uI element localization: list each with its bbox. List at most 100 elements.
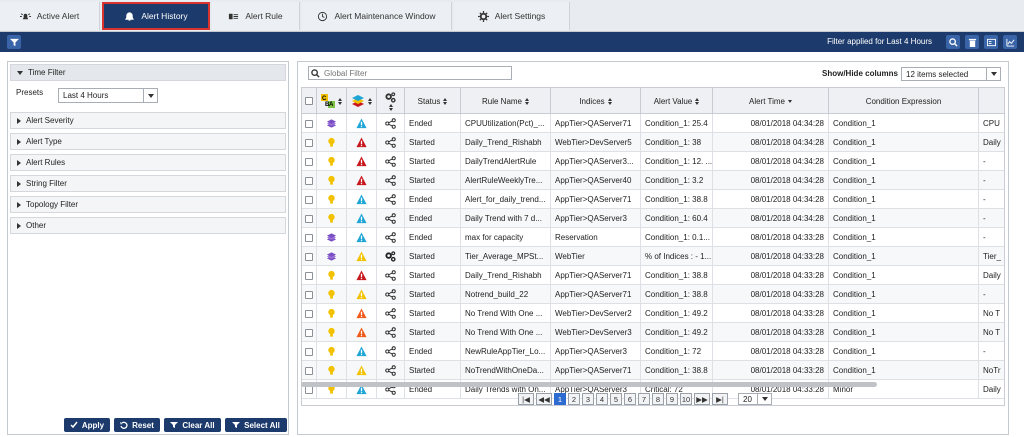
row-checkbox[interactable]	[302, 209, 317, 228]
status-cell: Started	[405, 304, 461, 323]
page-number-button[interactable]: 4	[596, 393, 608, 405]
table-row[interactable]: Started No Trend With One ... WebTier>DevS…	[302, 323, 1004, 342]
reset-button[interactable]: Reset	[114, 418, 160, 432]
sort-icon	[525, 97, 529, 105]
page-number-button[interactable]: 8	[652, 393, 664, 405]
warning-triangle-icon	[356, 365, 367, 376]
page-number-button[interactable]: 3	[582, 393, 594, 405]
row-checkbox[interactable]	[302, 114, 317, 133]
table-row[interactable]: Ended Daily Trend with 7 d... AppTier>QASe…	[302, 209, 1004, 228]
indices-column-header[interactable]: Indices	[551, 88, 641, 114]
first-page-button[interactable]: |◀	[518, 393, 534, 405]
row-checkbox[interactable]	[302, 152, 317, 171]
extra-cell: CPU	[979, 114, 1004, 133]
alert-time-cell: 08/01/2018 04:34:28	[713, 133, 829, 152]
alert-time-cell: 08/01/2018 04:33:28	[713, 285, 829, 304]
show-hide-columns-select[interactable]: 12 items selected	[901, 67, 1001, 81]
table-row[interactable]: Started No Trend With One ... WebTier>DevS…	[302, 304, 1004, 323]
indices-cell: WebTier	[551, 247, 641, 266]
row-checkbox[interactable]	[302, 304, 317, 323]
rule-name-cell: Tier_Average_MPSt...	[461, 247, 551, 266]
page-number-button[interactable]: 9	[666, 393, 678, 405]
tab-active-alert[interactable]: Active Alert	[0, 2, 100, 30]
page-number-button[interactable]: 7	[638, 393, 650, 405]
row-checkbox[interactable]	[302, 266, 317, 285]
time-filter-header[interactable]: Time Filter	[10, 64, 286, 81]
row-checkbox[interactable]	[302, 323, 317, 342]
table-row[interactable]: Started Tier_Average_MPSt... WebTier% of I…	[302, 247, 1004, 266]
table-row[interactable]: Ended max for capacity Reservation Conditio…	[302, 228, 1004, 247]
table-row[interactable]: Started NoTrendWithOneDa... AppTier>QAServ…	[302, 361, 1004, 380]
svg-text:A: A	[329, 102, 334, 108]
page-number-button[interactable]: 2	[568, 393, 580, 405]
kind-cell	[377, 304, 405, 323]
row-checkbox[interactable]	[302, 190, 317, 209]
string-filter-section[interactable]: String Filter	[10, 175, 286, 192]
topology-filter-section[interactable]: Topology Filter	[10, 196, 286, 213]
horizontal-scrollbar[interactable]	[301, 382, 877, 387]
filter-toggle-button[interactable]	[7, 35, 21, 49]
next-page-button[interactable]: ▶▶	[694, 393, 710, 405]
alert-rules-section[interactable]: Alert Rules	[10, 154, 286, 171]
page-number-button[interactable]: 1	[554, 393, 566, 405]
kind-column-header[interactable]	[377, 88, 405, 114]
chart-button[interactable]	[1003, 35, 1017, 49]
page-size-select[interactable]: 20	[738, 393, 772, 405]
kind-cell	[377, 266, 405, 285]
other-section[interactable]: Other	[10, 217, 286, 234]
page-number-button[interactable]: 5	[610, 393, 622, 405]
severity-cell	[317, 171, 347, 190]
row-checkbox[interactable]	[302, 247, 317, 266]
alert-type-section[interactable]: Alert Type	[10, 133, 286, 150]
page-number-button[interactable]: 10	[680, 393, 692, 405]
table-row[interactable]: Started Notrend_build_22 AppTier>QAServer7…	[302, 285, 1004, 304]
tab-alert-rule[interactable]: Alert Rule	[212, 2, 300, 30]
global-filter[interactable]	[308, 66, 512, 80]
row-checkbox[interactable]	[302, 228, 317, 247]
table-row[interactable]: Started Daily_Trend_Rishabh AppTier>QAServ…	[302, 266, 1004, 285]
presets-select[interactable]: Last 4 Hours	[58, 88, 158, 103]
row-checkbox[interactable]	[302, 171, 317, 190]
export-button[interactable]	[984, 35, 998, 49]
row-checkbox[interactable]	[302, 361, 317, 380]
row-checkbox[interactable]	[302, 133, 317, 152]
global-filter-input[interactable]	[324, 68, 504, 78]
alert-time-column-header[interactable]: Alert Time	[713, 88, 829, 114]
tab-alert-settings[interactable]: Alert Settings	[454, 2, 570, 30]
status-column-header[interactable]: Status	[405, 88, 461, 114]
table-row[interactable]: Started Daily_Trend_Rishabh WebTier>DevSer…	[302, 133, 1004, 152]
search-button[interactable]	[946, 35, 960, 49]
select-all-button[interactable]: Select All	[225, 418, 287, 432]
table-row[interactable]: Ended CPUUtilization(Pct)_... AppTier>QASe…	[302, 114, 1004, 133]
table-row[interactable]: Started AlertRuleWeeklyTre... AppTier>QASe…	[302, 171, 1004, 190]
clear-all-button[interactable]: Clear All	[164, 418, 221, 432]
select-all-checkbox[interactable]	[302, 88, 317, 114]
alert-severity-section[interactable]: Alert Severity	[10, 112, 286, 129]
alert-time-cell: 08/01/2018 04:33:28	[713, 342, 829, 361]
extra-cell: No T	[979, 304, 1004, 323]
row-checkbox[interactable]	[302, 342, 317, 361]
prev-page-button[interactable]: ◀◀	[536, 393, 552, 405]
severity-column-header[interactable]: CBA	[317, 88, 347, 114]
tab-alert-history[interactable]: Alert History	[102, 2, 210, 30]
last-page-button[interactable]: ▶|	[712, 393, 728, 405]
condition-expression-cell: Condition_1	[829, 323, 979, 342]
page-number-button[interactable]: 6	[624, 393, 636, 405]
alert-time-cell: 08/01/2018 04:34:28	[713, 171, 829, 190]
table-row[interactable]: Ended NewRuleAppTier_Lo... AppTier>QAServe…	[302, 342, 1004, 361]
table-row[interactable]: Started DailyTrendAlertRule AppTier>QAServ…	[302, 152, 1004, 171]
severity-cell	[317, 342, 347, 361]
row-checkbox[interactable]	[302, 285, 317, 304]
tab-alert-maintenance-window[interactable]: Alert Maintenance Window	[302, 2, 452, 30]
rule-name-column-header[interactable]: Rule Name	[461, 88, 551, 114]
alert-value-column-header[interactable]: Alert Value	[641, 88, 713, 114]
apply-button[interactable]: Apply	[64, 418, 110, 432]
table-row[interactable]: Ended Alert_for_daily_trend... AppTier>QAS…	[302, 190, 1004, 209]
extra-column-header[interactable]	[979, 88, 1004, 114]
kind-cell	[377, 114, 405, 133]
rule-name-cell: Daily_Trend_Rishabh	[461, 133, 551, 152]
type-column-header[interactable]	[347, 88, 377, 114]
page-numbers: 1 2 3 4 5 6 7 8 9 10	[554, 393, 692, 405]
delete-button[interactable]	[965, 35, 979, 49]
condition-expression-column-header[interactable]: Condition Expression	[829, 88, 979, 114]
